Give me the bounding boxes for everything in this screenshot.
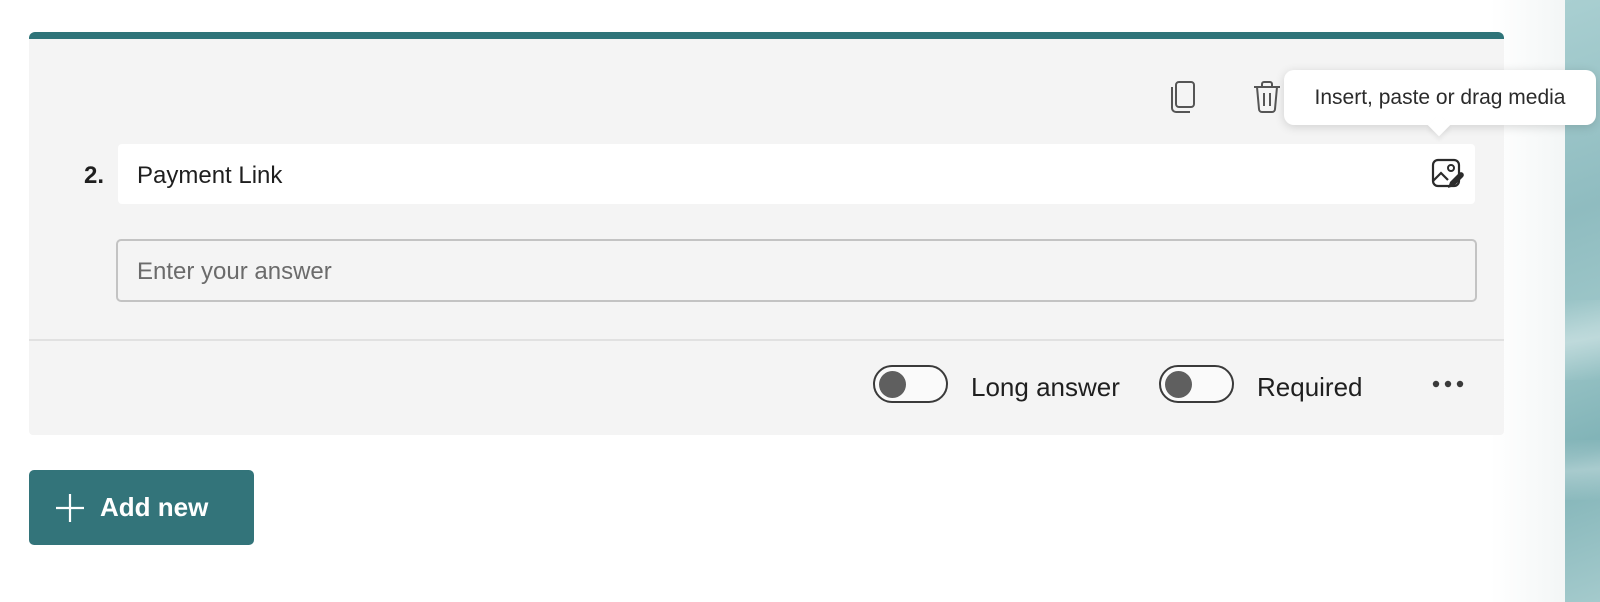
toggle-knob [879,371,906,398]
media-tooltip-text: Insert, paste or drag media [1314,85,1566,109]
media-tooltip: Insert, paste or drag media [1284,70,1596,125]
answer-placeholder: Enter your answer [137,258,332,285]
question-number: 2. [84,162,105,189]
add-new-label: Add new [100,492,209,522]
card-divider [29,339,1504,341]
trash-icon [1254,81,1280,113]
long-answer-toggle[interactable] [873,365,948,403]
question-card: 2. Payment Link Enter your answer Long a… [29,32,1504,435]
toggle-knob [1165,371,1192,398]
long-answer-label: Long answer [971,372,1120,402]
plus-icon [54,492,86,524]
insert-media-button[interactable] [1429,156,1465,192]
required-label: Required [1257,372,1363,402]
required-toggle[interactable] [1159,365,1234,403]
answer-input[interactable]: Enter your answer [116,239,1477,302]
image-edit-icon [1431,158,1464,188]
question-title[interactable]: Payment Link [137,162,282,190]
question-title-field[interactable]: Payment Link [118,144,1475,204]
delete-question-button[interactable] [1247,77,1287,117]
more-horizontal-icon [1432,380,1464,388]
copy-question-button[interactable] [1163,77,1203,117]
more-options-button[interactable] [1426,364,1470,404]
copy-icon [1171,81,1195,113]
add-new-button[interactable]: Add new [29,470,254,545]
